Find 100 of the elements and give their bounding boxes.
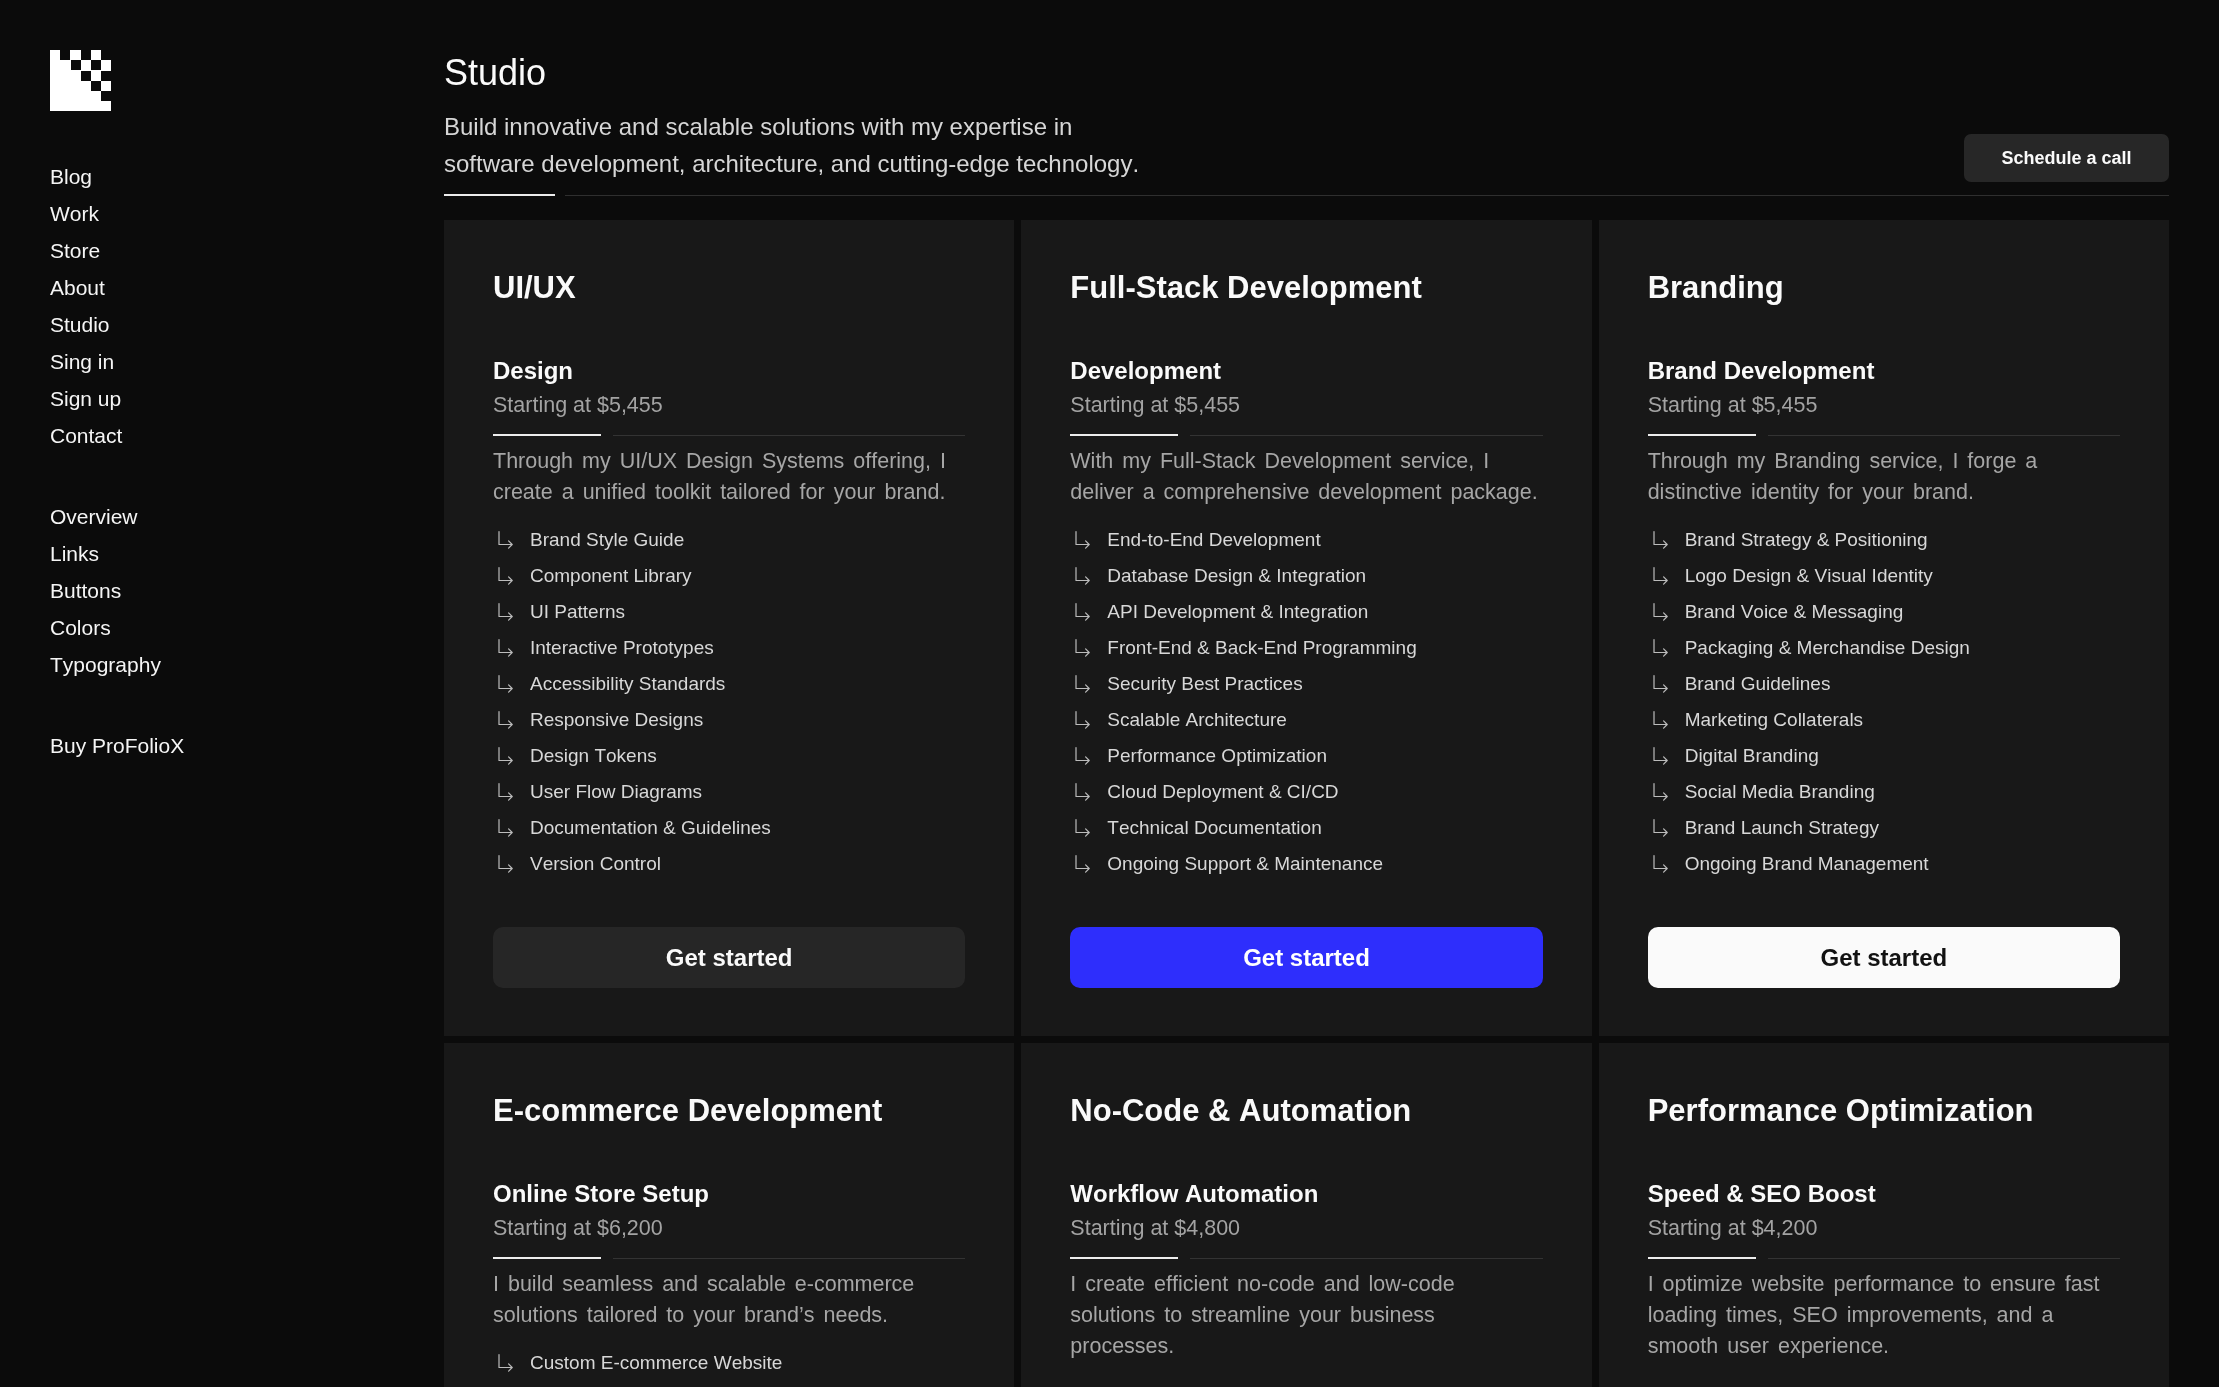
card-description: With my Full-Stack Development service, I deliver a comprehensive development package. <box>1070 448 1539 506</box>
feature-item: User Flow Diagrams <box>530 780 703 804</box>
feature-item: API Development & Integration <box>1107 600 1369 624</box>
nav-link[interactable]: About <box>50 269 105 306</box>
price-text: Starting at $5,455 <box>1647 392 1819 419</box>
feature-item: Custom E-commerce Website <box>530 1351 783 1375</box>
get-started-button[interactable]: Get started <box>1647 927 2120 988</box>
corner-arrow-icon <box>1652 855 1668 873</box>
corner-arrow-icon <box>1075 639 1091 657</box>
schedule-call-button[interactable]: Schedule a call <box>1964 134 2169 182</box>
card-title: E-commerce Development <box>493 1092 884 1130</box>
feature-item: Cloud Deployment & CI/CD <box>1107 780 1339 804</box>
corner-arrow-icon <box>1075 711 1091 729</box>
card-description: Through my Branding service, I forge a distinctive identity for your brand. <box>1647 448 2039 506</box>
corner-arrow-icon <box>1075 747 1091 765</box>
feature-item: UI Patterns <box>530 600 626 624</box>
feature-item: Marketing Collaterals <box>1684 708 1864 732</box>
card-title: Branding <box>1647 269 1785 307</box>
price-text: Starting at $4,200 <box>1647 1215 1819 1242</box>
package-name: Online Store Setup <box>493 1179 711 1209</box>
feature-item: Documentation & Guidelines <box>530 816 771 840</box>
corner-arrow-icon <box>1652 639 1668 657</box>
feature-item: Social Media Branding <box>1684 780 1875 804</box>
corner-arrow-icon <box>1075 603 1091 621</box>
price-text: Starting at $4,800 <box>1070 1215 1242 1242</box>
corner-arrow-icon <box>498 783 513 801</box>
corner-arrow-icon <box>1652 675 1668 693</box>
nav-link[interactable]: Store <box>50 232 101 269</box>
corner-arrow-icon <box>1075 531 1091 549</box>
corner-arrow-icon <box>1075 819 1091 837</box>
card-title: Performance Optimization <box>1647 1092 2035 1130</box>
nav-link[interactable]: Buy ProFolioX <box>50 727 185 764</box>
corner-arrow-icon <box>1075 567 1091 585</box>
corner-arrow-icon <box>498 603 513 621</box>
corner-arrow-icon <box>498 747 513 765</box>
nav-link[interactable]: Work <box>50 195 99 232</box>
corner-arrow-icon <box>1652 603 1668 621</box>
corner-arrow-icon <box>1075 855 1091 873</box>
feature-item: Brand Strategy & Positioning <box>1684 528 1928 552</box>
feature-item: Security Best Practices <box>1107 672 1303 696</box>
feature-item: Digital Branding <box>1684 744 1819 768</box>
nav-link[interactable]: Buttons <box>50 572 122 609</box>
feature-item: Brand Voice & Messaging <box>1684 600 1904 624</box>
corner-arrow-icon <box>498 675 513 693</box>
package-name: Design <box>493 356 574 386</box>
nav-link[interactable]: Sing in <box>50 343 115 380</box>
price-text: Starting at $5,455 <box>493 392 664 419</box>
nav-link[interactable]: Links <box>50 535 100 572</box>
pixel-logo-icon[interactable] <box>50 50 111 111</box>
feature-item: End-to-End Development <box>1107 528 1321 552</box>
feature-item: Design Tokens <box>530 744 657 768</box>
corner-arrow-icon <box>1652 531 1668 549</box>
price-text: Starting at $5,455 <box>1070 392 1242 419</box>
corner-arrow-icon <box>498 1354 513 1372</box>
card-description: I create efficient no-code and low-code solutions to streamline your business processes. <box>1070 1271 1456 1360</box>
page-subtitle: Build innovative and scalable solutions with my expertise in software development, architecture, and cutting-edge technology. <box>444 112 1141 179</box>
feature-item: Packaging & Merchandise Design <box>1684 636 1970 660</box>
card-description: I optimize website performance to ensure fast loading times, SEO improvements, and a smooth user experience. <box>1647 1271 2101 1360</box>
feature-item: Version Control <box>530 852 661 876</box>
page-title: Studio <box>444 52 548 94</box>
feature-item: Performance Optimization <box>1107 744 1327 768</box>
nav-link[interactable]: Colors <box>50 609 111 646</box>
feature-item: Brand Style Guide <box>530 528 685 552</box>
corner-arrow-icon <box>498 819 513 837</box>
get-started-button[interactable]: Get started <box>493 927 966 988</box>
corner-arrow-icon <box>1652 819 1668 837</box>
card-description: I build seamless and scalable e-commerce solutions tailored to your brand’s needs. <box>493 1271 916 1329</box>
package-name: Speed & SEO Boost <box>1647 1179 1877 1209</box>
corner-arrow-icon <box>498 531 513 549</box>
feature-item: Accessibility Standards <box>530 672 726 696</box>
feature-item: Brand Launch Strategy <box>1684 816 1879 840</box>
price-text: Starting at $6,200 <box>493 1215 664 1242</box>
nav-link[interactable]: Contact <box>50 417 123 454</box>
card-title: Full-Stack Development <box>1070 269 1423 307</box>
feature-item: Interactive Prototypes <box>530 636 714 660</box>
feature-item: Responsive Designs <box>530 708 704 732</box>
feature-item: Component Library <box>530 564 692 588</box>
feature-item: Technical Documentation <box>1107 816 1322 840</box>
corner-arrow-icon <box>498 567 513 585</box>
nav-link[interactable]: Studio <box>50 306 110 343</box>
corner-arrow-icon <box>1652 747 1668 765</box>
corner-arrow-icon <box>1652 711 1668 729</box>
nav-link[interactable]: Overview <box>50 498 138 535</box>
nav-link[interactable]: Sign up <box>50 380 122 417</box>
nav-link[interactable]: Typography <box>50 646 161 683</box>
feature-item: Brand Guidelines <box>1684 672 1831 696</box>
corner-arrow-icon <box>1652 567 1668 585</box>
feature-item: Logo Design & Visual Identity <box>1684 564 1933 588</box>
corner-arrow-icon <box>498 855 513 873</box>
nav-link[interactable]: Blog <box>50 158 93 195</box>
package-name: Development <box>1070 356 1223 386</box>
card-description: Through my UI/UX Design Systems offering, I create a unified toolkit tailored for your brand. <box>493 448 947 506</box>
corner-arrow-icon <box>1652 783 1668 801</box>
feature-item: Front-End & Back-End Programming <box>1107 636 1417 660</box>
corner-arrow-icon <box>498 639 513 657</box>
get-started-button[interactable]: Get started <box>1070 927 1543 988</box>
corner-arrow-icon <box>498 711 513 729</box>
feature-item: Ongoing Brand Management <box>1684 852 1929 876</box>
corner-arrow-icon <box>1075 675 1091 693</box>
card-title: No-Code & Automation <box>1070 1092 1413 1130</box>
